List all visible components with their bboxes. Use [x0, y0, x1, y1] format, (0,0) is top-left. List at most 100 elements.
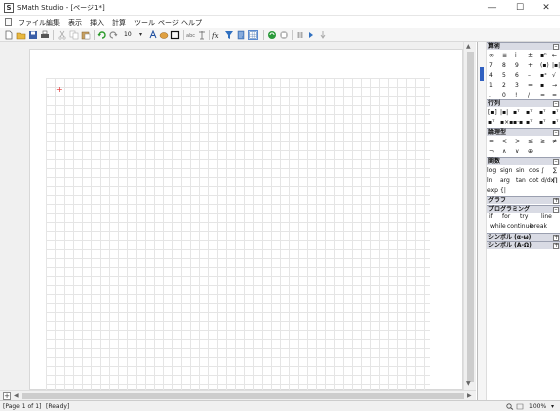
- arithmetic-button[interactable]: 2: [502, 82, 506, 90]
- function-button[interactable]: exp: [487, 187, 498, 195]
- chevron-down-icon[interactable]: ▾: [139, 30, 142, 40]
- section-header-logic[interactable]: 論理型 –: [487, 128, 560, 136]
- arithmetic-button[interactable]: 5: [502, 72, 506, 80]
- expand-toggle[interactable]: +: [553, 243, 559, 249]
- expand-toggle[interactable]: +: [553, 198, 559, 204]
- arithmetic-button[interactable]: ←: [552, 52, 557, 60]
- section-header-arithmetic[interactable]: 算術 –: [487, 42, 560, 50]
- function-button[interactable]: cot: [529, 177, 538, 185]
- font-size-select[interactable]: 10: [122, 30, 146, 40]
- function-icon[interactable]: fx: [212, 30, 222, 40]
- pause-icon[interactable]: [295, 30, 305, 40]
- panel-scroll-strip[interactable]: [478, 42, 487, 400]
- copy-icon[interactable]: [69, 30, 79, 40]
- section-header-greek-upper[interactable]: シンボル (Α-Ω) +: [487, 241, 560, 249]
- section-header-matrix[interactable]: 行列 –: [487, 99, 560, 107]
- arithmetic-button[interactable]: +: [528, 62, 533, 70]
- highlight-icon[interactable]: [159, 30, 169, 40]
- page-icon[interactable]: [236, 30, 246, 40]
- logic-button[interactable]: <: [502, 138, 507, 146]
- function-button[interactable]: {|: [500, 187, 506, 195]
- arithmetic-button[interactable]: 1: [489, 82, 493, 90]
- arithmetic-button[interactable]: |▪|: [552, 62, 560, 70]
- matrix-button[interactable]: ▪ᵀ: [539, 119, 545, 127]
- debug-icon[interactable]: [318, 30, 328, 40]
- logic-button[interactable]: >: [515, 138, 520, 146]
- arithmetic-button[interactable]: →: [552, 82, 557, 90]
- border-icon[interactable]: [170, 30, 180, 40]
- arithmetic-button[interactable]: 3: [515, 82, 519, 90]
- save-icon[interactable]: [28, 30, 38, 40]
- cut-icon[interactable]: [57, 30, 67, 40]
- programming-button[interactable]: while: [490, 223, 506, 231]
- matrix-button[interactable]: ▪ᵀ: [539, 109, 545, 117]
- arithmetic-button[interactable]: i: [515, 52, 517, 60]
- step-icon[interactable]: [306, 30, 316, 40]
- section-header-programming[interactable]: プログラミング –: [487, 205, 560, 213]
- collapse-toggle[interactable]: –: [553, 207, 559, 213]
- abc-icon[interactable]: abc: [186, 30, 196, 40]
- open-icon[interactable]: [16, 30, 26, 40]
- arithmetic-button[interactable]: ≡: [502, 52, 507, 60]
- stop-icon[interactable]: [279, 30, 289, 40]
- recalculate-icon[interactable]: [267, 30, 277, 40]
- function-button[interactable]: ∑: [553, 167, 557, 175]
- matrix-button[interactable]: ▪ᵀ: [526, 119, 532, 127]
- arithmetic-button[interactable]: ▪: [540, 82, 544, 90]
- collapse-toggle[interactable]: –: [553, 44, 559, 50]
- undo-icon[interactable]: [97, 30, 107, 40]
- programming-button[interactable]: try: [520, 213, 528, 221]
- zoom-options-icon[interactable]: [516, 403, 524, 410]
- logic-button[interactable]: ⊕: [528, 148, 533, 156]
- matrix-button[interactable]: |▪|: [500, 109, 508, 117]
- logic-button[interactable]: ∨: [515, 148, 519, 156]
- arithmetic-button[interactable]: ∞: [489, 52, 494, 60]
- logic-button[interactable]: ≤: [528, 138, 533, 146]
- minimize-button[interactable]: —: [478, 0, 506, 16]
- arithmetic-button[interactable]: ▪ˣ: [540, 72, 547, 80]
- function-button[interactable]: tan: [516, 177, 526, 185]
- vertical-scroll-thumb[interactable]: [467, 52, 474, 382]
- panel-scroll-thumb[interactable]: [480, 67, 484, 81]
- horizontal-scrollbar[interactable]: + ◀ ▶: [0, 390, 476, 400]
- programming-button[interactable]: line: [541, 213, 552, 221]
- paste-icon[interactable]: [81, 30, 91, 40]
- arithmetic-button[interactable]: =: [528, 82, 533, 90]
- function-button[interactable]: cos: [529, 167, 539, 175]
- scroll-right-icon[interactable]: ▶: [467, 392, 472, 399]
- programming-button[interactable]: for: [502, 213, 510, 221]
- function-button[interactable]: ∫: [541, 167, 544, 175]
- arithmetic-button[interactable]: √: [552, 72, 556, 80]
- logic-button[interactable]: =: [489, 138, 494, 146]
- collapse-toggle[interactable]: –: [553, 159, 559, 165]
- function-button[interactable]: sign: [500, 167, 512, 175]
- arithmetic-button[interactable]: ▪ⁿ: [540, 52, 546, 60]
- scroll-up-icon[interactable]: ▲: [466, 43, 471, 50]
- arithmetic-button[interactable]: –: [528, 72, 531, 80]
- menu-view[interactable]: 表示: [68, 18, 82, 28]
- filter-icon[interactable]: [224, 30, 234, 40]
- arithmetic-button[interactable]: 7: [489, 62, 493, 70]
- grid-icon[interactable]: [248, 30, 258, 40]
- arithmetic-button[interactable]: 4: [489, 72, 493, 80]
- new-icon[interactable]: [4, 30, 14, 40]
- scroll-left-icon[interactable]: ◀: [14, 392, 19, 399]
- scroll-down-icon[interactable]: ▼: [466, 380, 471, 387]
- function-button[interactable]: ln: [487, 177, 492, 185]
- arithmetic-button[interactable]: ±: [528, 52, 533, 60]
- vertical-scrollbar[interactable]: ▲ ▼: [463, 42, 476, 390]
- function-button[interactable]: sin: [516, 167, 525, 175]
- menu-help[interactable]: ヘルプ: [181, 18, 202, 28]
- redo-icon[interactable]: [108, 30, 118, 40]
- maximize-button[interactable]: ☐: [506, 0, 534, 16]
- logic-button[interactable]: ≥: [540, 138, 545, 146]
- matrix-button[interactable]: ▪ᵀ: [513, 109, 519, 117]
- section-header-graph[interactable]: グラフ +: [487, 196, 560, 204]
- menu-calculate[interactable]: 計算: [112, 18, 126, 28]
- close-button[interactable]: ✕: [532, 0, 560, 16]
- programming-button[interactable]: if: [489, 213, 493, 221]
- logic-button[interactable]: ∧: [502, 148, 506, 156]
- matrix-button[interactable]: ▪ᵀ: [552, 109, 558, 117]
- matrix-button[interactable]: ▪ᵀ: [552, 119, 558, 127]
- zoom-level[interactable]: 100%: [529, 403, 546, 410]
